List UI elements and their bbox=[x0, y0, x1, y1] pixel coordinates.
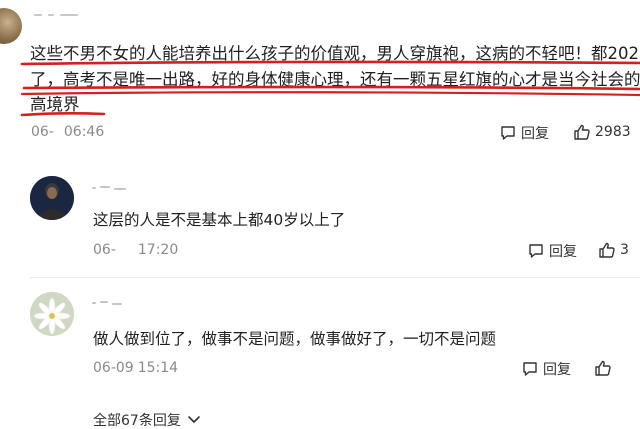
like-button[interactable] bbox=[594, 359, 616, 377]
username-redacted[interactable] bbox=[92, 182, 152, 194]
like-count: 2983 bbox=[595, 124, 631, 140]
comment-date: 06- bbox=[93, 242, 116, 258]
comment-text: 这层的人是不是基本上都40岁以上了 bbox=[93, 211, 346, 229]
comment-time: 06:46 bbox=[63, 124, 105, 140]
username-redacted[interactable] bbox=[92, 297, 152, 309]
comment-meta: 06-09 15:14 bbox=[93, 360, 178, 376]
reply-icon bbox=[523, 362, 537, 376]
reply-label: 回复 bbox=[543, 362, 571, 378]
like-button[interactable]: 3 bbox=[598, 241, 629, 259]
comment-date: 06-09 bbox=[93, 360, 134, 376]
divider bbox=[30, 277, 640, 278]
comment-meta: 06- 17:20 bbox=[93, 242, 178, 258]
reply-icon bbox=[501, 126, 515, 140]
comment-time: 17:20 bbox=[137, 242, 179, 258]
see-all-label: 全部67条回复 bbox=[93, 413, 181, 429]
thumbs-up-icon bbox=[595, 360, 611, 376]
reply-label: 回复 bbox=[549, 244, 577, 260]
thumbs-up-icon bbox=[599, 242, 615, 258]
comment-time: 15:14 bbox=[137, 360, 179, 376]
comments-page: 这些不男不女的人能培养出什么孩子的价值观，男人穿旗袍，这病的不轻吧！都2021 … bbox=[0, 0, 640, 429]
avatar[interactable] bbox=[30, 176, 74, 220]
comment-date: 06- bbox=[31, 124, 54, 140]
like-count: 3 bbox=[620, 242, 629, 258]
like-button[interactable]: 2983 bbox=[573, 123, 631, 141]
reply-icon bbox=[529, 244, 543, 258]
see-all-replies-link[interactable]: 全部67条回复 bbox=[93, 410, 201, 429]
comment-meta: 06- 06:46 bbox=[31, 124, 104, 140]
reply-button[interactable]: 回复 bbox=[521, 359, 571, 379]
reply-label: 回复 bbox=[521, 126, 549, 142]
reply-button[interactable]: 回复 bbox=[499, 123, 549, 143]
avatar[interactable] bbox=[30, 292, 74, 336]
reply-button[interactable]: 回复 bbox=[527, 241, 577, 261]
chevron-down-icon bbox=[188, 416, 200, 423]
thumbs-up-icon bbox=[574, 124, 590, 140]
comment-text: 做人做到位了，做事不是问题，做事做好了，一切不是问题 bbox=[93, 330, 497, 348]
